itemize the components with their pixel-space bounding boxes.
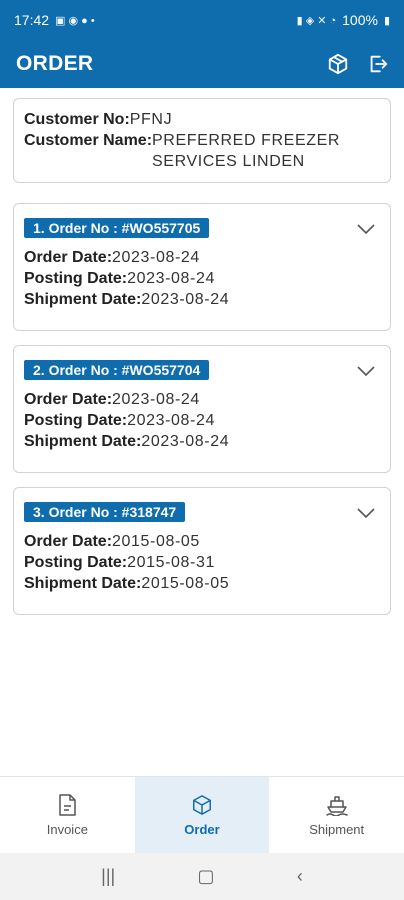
box-icon	[193, 794, 211, 815]
box-icon[interactable]	[326, 52, 350, 76]
customer-name-row: Customer Name: PREFERRED FREEZER SERVICE…	[24, 130, 380, 172]
posting-date-value: 2015-08-31	[127, 554, 215, 571]
posting-date-label: Posting Date:	[24, 412, 128, 429]
nav-label-shipment: Shipment	[309, 821, 365, 837]
order-date-label: Order Date:	[24, 533, 113, 550]
notification-icons: ▣ ◉ ● •	[55, 14, 95, 27]
nav-item-shipment[interactable]: Shipment	[269, 777, 404, 853]
order-date-label: Order Date:	[24, 249, 113, 266]
page-title: ORDER	[16, 52, 94, 75]
app-bar: ORDER	[0, 40, 404, 88]
order-card[interactable]: 2. Order No : #WO557704 Order Date: 2023-…	[13, 345, 391, 473]
order-number-badge: 2. Order No : #WO557704	[24, 360, 210, 380]
shipment-date-value: 2015-08-05	[141, 575, 230, 592]
home-icon[interactable]: ▢	[198, 866, 215, 887]
order-number-badge: 3. Order No : #318747	[24, 502, 186, 522]
main-content: Customer No: PFNJ Customer Name: PREFERR…	[13, 98, 391, 615]
order-number-badge: 1. Order No : #WO557705	[24, 218, 210, 238]
shipment-date-value: 2023-08-24	[141, 291, 230, 308]
shipment-date-label: Shipment Date:	[24, 291, 142, 308]
posting-date-value: 2023-08-24	[127, 412, 215, 429]
order-date-value: 2015-08-05	[112, 533, 200, 550]
nav-item-order[interactable]: Order	[134, 777, 270, 853]
customer-card: Customer No: PFNJ Customer Name: PREFERR…	[13, 98, 391, 183]
battery-icon: ▮	[383, 14, 390, 27]
customer-no-label: Customer No:	[24, 111, 130, 128]
chevron-down-icon[interactable]	[356, 222, 376, 236]
posting-date-label: Posting Date:	[24, 554, 128, 571]
system-navigation-bar: ||| ▢ ‹	[0, 853, 404, 900]
customer-name-line2: SERVICES LINDEN	[152, 153, 305, 170]
shipment-date-label: Shipment Date:	[24, 575, 142, 592]
order-card[interactable]: 1. Order No : #WO557705 Order Date: 2023-…	[13, 203, 391, 331]
posting-date-value: 2023-08-24	[127, 270, 215, 287]
nav-label-order: Order	[184, 821, 220, 837]
ship-icon	[325, 795, 348, 816]
customer-name-label: Customer Name:	[24, 132, 153, 149]
order-card[interactable]: 3. Order No : #318747 Order Date: 2015-08…	[13, 487, 391, 615]
customer-name-line1: PREFERRED FREEZER	[152, 132, 341, 149]
invoice-icon	[59, 793, 77, 816]
customer-no-row: Customer No: PFNJ	[24, 109, 380, 130]
status-time: 17:42	[14, 12, 50, 28]
recent-apps-icon[interactable]: |||	[101, 866, 115, 887]
order-date-value: 2023-08-24	[112, 391, 200, 408]
shipment-date-value: 2023-08-24	[141, 433, 230, 450]
battery-level: 100%	[342, 12, 378, 28]
order-date-label: Order Date:	[24, 391, 113, 408]
status-bar: 17:42 ▣ ◉ ● • ▮ ◈ ✕ ◔ 100% ▮	[0, 0, 404, 40]
chevron-down-icon[interactable]	[356, 364, 376, 378]
customer-no-value: PFNJ	[129, 111, 173, 128]
customer-name-value: PREFERRED FREEZER SERVICES LINDEN	[152, 130, 340, 172]
back-icon[interactable]: ‹	[297, 866, 303, 887]
bottom-navigation: Invoice Order Shipment	[0, 776, 404, 853]
nav-label-invoice: Invoice	[46, 821, 88, 837]
system-status-icons: ▮ ◈ ✕ ◔	[296, 14, 337, 27]
order-date-value: 2023-08-24	[112, 249, 200, 266]
posting-date-label: Posting Date:	[24, 270, 128, 287]
chevron-down-icon[interactable]	[356, 506, 376, 520]
nav-item-invoice[interactable]: Invoice	[0, 777, 135, 853]
logout-icon[interactable]	[366, 52, 390, 76]
shipment-date-label: Shipment Date:	[24, 433, 142, 450]
